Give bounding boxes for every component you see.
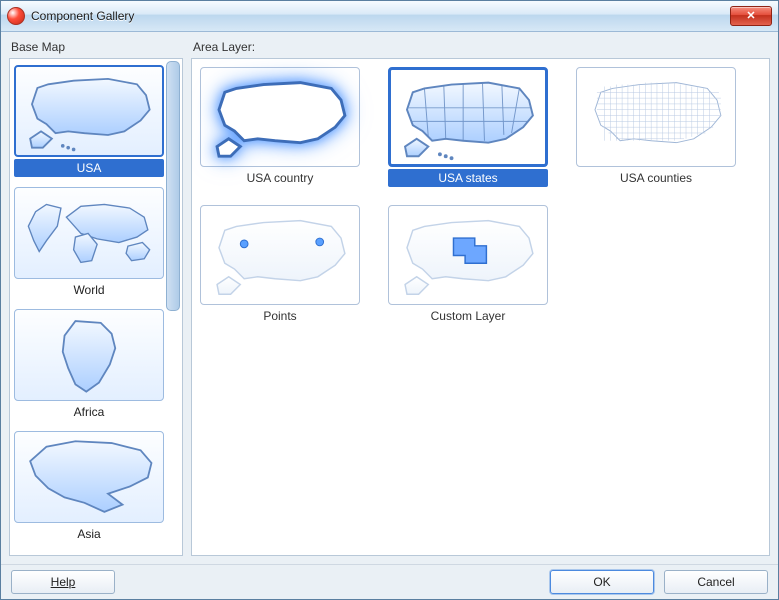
basemap-panel: Base Map USA World xyxy=(9,40,183,556)
area-item-label: Custom Layer xyxy=(388,307,548,325)
arealayer-panel: Area Layer: USA country USA states xyxy=(191,40,770,556)
basemap-label: Base Map xyxy=(9,40,183,58)
area-item-label: USA country xyxy=(200,169,360,187)
asia-map-icon xyxy=(14,431,164,523)
dialog-footer: Help OK Cancel xyxy=(1,564,778,599)
area-item-custom-layer[interactable]: Custom Layer xyxy=(388,205,548,325)
usa-custom-icon xyxy=(388,205,548,305)
help-button[interactable]: Help xyxy=(11,570,115,594)
ok-button[interactable]: OK xyxy=(550,570,654,594)
basemap-item-label: USA xyxy=(14,159,164,177)
basemap-item-label: World xyxy=(14,281,164,299)
dialog-window: Component Gallery ✕ Base Map USA xyxy=(0,0,779,600)
basemap-item-usa[interactable]: USA xyxy=(14,65,164,177)
app-icon xyxy=(7,7,25,25)
scrollbar-thumb[interactable] xyxy=(166,61,180,311)
world-map-icon xyxy=(14,187,164,279)
arealayer-label: Area Layer: xyxy=(191,40,770,58)
usa-states-icon xyxy=(388,67,548,167)
area-item-points[interactable]: Points xyxy=(200,205,360,325)
usa-map-icon xyxy=(14,65,164,157)
area-item-usa-states[interactable]: USA states xyxy=(388,67,548,187)
cancel-button[interactable]: Cancel xyxy=(664,570,768,594)
arealayer-grid: USA country USA states USA counties xyxy=(191,58,770,556)
basemap-list: USA World Africa xyxy=(9,58,183,556)
basemap-item-asia[interactable]: Asia xyxy=(14,431,164,543)
cancel-button-label: Cancel xyxy=(697,575,734,589)
ok-button-label: OK xyxy=(593,575,610,589)
usa-points-icon xyxy=(200,205,360,305)
area-item-usa-counties[interactable]: USA counties xyxy=(576,67,736,187)
usa-country-icon xyxy=(200,67,360,167)
area-item-label: Points xyxy=(200,307,360,325)
close-button[interactable]: ✕ xyxy=(730,6,772,26)
basemap-item-world[interactable]: World xyxy=(14,187,164,299)
close-icon: ✕ xyxy=(746,11,755,22)
basemap-item-africa[interactable]: Africa xyxy=(14,309,164,421)
basemap-item-label: Africa xyxy=(14,403,164,421)
africa-map-icon xyxy=(14,309,164,401)
help-button-label: Help xyxy=(51,575,76,589)
titlebar[interactable]: Component Gallery ✕ xyxy=(1,1,778,32)
dialog-body: Base Map USA World xyxy=(1,32,778,564)
usa-counties-icon xyxy=(576,67,736,167)
area-item-label: USA states xyxy=(388,169,548,187)
area-item-label: USA counties xyxy=(576,169,736,187)
window-title: Component Gallery xyxy=(31,9,730,23)
basemap-item-label: Asia xyxy=(14,525,164,543)
area-item-usa-country[interactable]: USA country xyxy=(200,67,360,187)
